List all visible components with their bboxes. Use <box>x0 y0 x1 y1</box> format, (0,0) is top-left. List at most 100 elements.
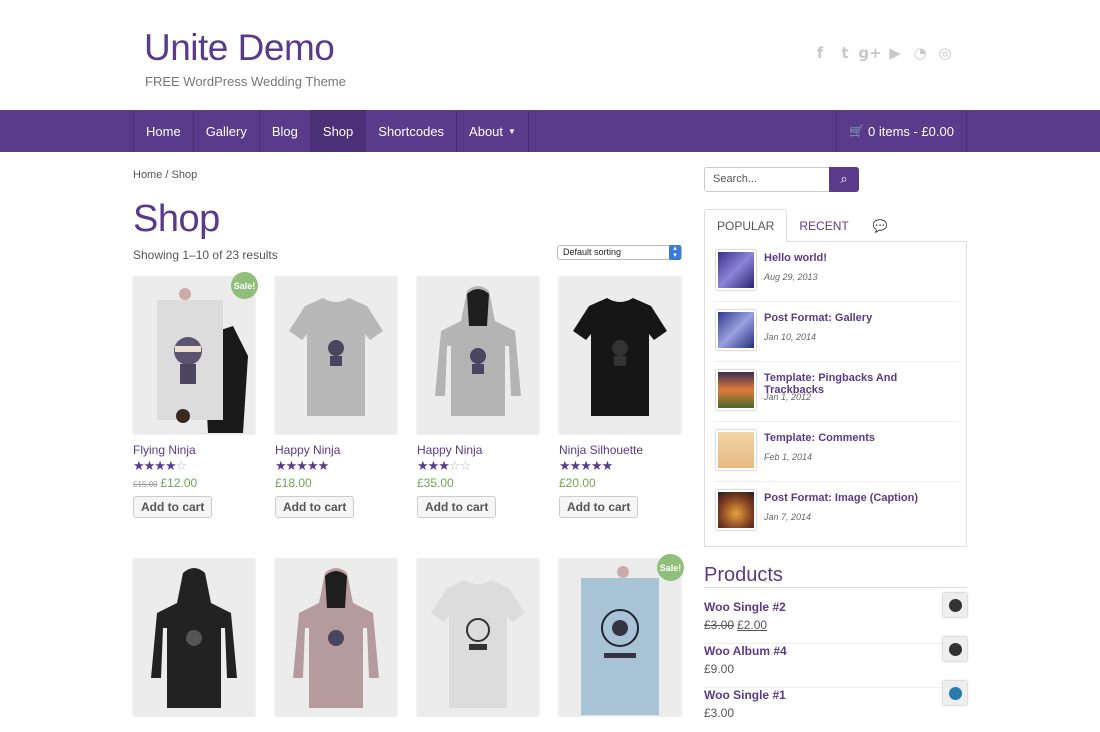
product-image[interactable] <box>417 558 539 715</box>
site-title[interactable]: Unite Demo <box>144 27 335 69</box>
cart-icon: 🛒 <box>849 124 864 138</box>
google-plus-icon[interactable]: g+ <box>858 44 881 62</box>
star-rating: ★★★★★ <box>559 459 613 474</box>
product-card: Ninja Silhouette ★★★★★ £20.00 Add to car… <box>559 276 681 518</box>
post-date: Feb 1, 2014 <box>764 452 813 462</box>
product-card: Sale! <box>559 554 684 715</box>
result-count: Showing 1–10 of 23 results <box>133 248 278 262</box>
youtube-icon[interactable]: ▶ <box>886 44 904 62</box>
main-navbar: Home Gallery Blog Shop Shortcodes About … <box>0 110 1100 152</box>
post-title[interactable]: Template: Comments <box>764 432 875 444</box>
post-item[interactable]: Post Format: Gallery Jan 10, 2014 <box>714 302 959 362</box>
widget-product-item[interactable]: Woo Album #4 £9.00 <box>704 637 967 688</box>
add-to-cart-button[interactable]: Add to cart <box>133 496 213 518</box>
product-price: £18.00 <box>275 476 312 490</box>
nav-item-blog[interactable]: Blog <box>260 110 311 152</box>
nav-item-home[interactable]: Home <box>133 110 194 152</box>
post-date: Jan 7, 2014 <box>764 512 812 522</box>
star-rating: ★★★☆☆ <box>417 459 471 474</box>
tab-popular[interactable]: POPULAR <box>704 209 788 242</box>
select-arrows-icon: ▴ ▾ <box>669 245 681 260</box>
widget-product-item[interactable]: Woo Single #2 £3.00 £2.00 <box>704 593 967 644</box>
search-button[interactable]: ⌕ <box>829 167 859 192</box>
widget-product-price: £3.00 <box>704 706 735 720</box>
dribbble-icon[interactable]: ◎ <box>936 44 954 62</box>
widget-tabs: POPULAR RECENT 💬 <box>704 209 900 242</box>
product-card <box>417 558 539 715</box>
post-thumbnail[interactable] <box>716 310 756 350</box>
sorting-select[interactable]: Default sorting ▴ ▾ <box>557 245 682 260</box>
post-item[interactable]: Template: Pingbacks And Trackbacks Jan 1… <box>714 362 959 422</box>
add-to-cart-button[interactable]: Add to cart <box>559 496 639 518</box>
product-name[interactable]: Ninja Silhouette <box>559 443 681 457</box>
post-date: Jan 1, 2012 <box>764 392 812 402</box>
product-name[interactable]: Happy Ninja <box>417 443 539 457</box>
product-price: £35.00 <box>417 476 454 490</box>
post-title[interactable]: Hello world! <box>764 252 827 264</box>
products-widget-title: Products <box>704 564 783 586</box>
product-image[interactable] <box>275 558 397 715</box>
nav-item-about-label: About <box>469 123 504 139</box>
product-image[interactable] <box>417 276 539 433</box>
widget-product-name[interactable]: Woo Single #2 <box>704 600 967 614</box>
old-price: £15.00 <box>133 480 158 489</box>
widget-product-name[interactable]: Woo Single #1 <box>704 688 967 702</box>
nav-cart[interactable]: 🛒 0 items - £0.00 <box>836 110 967 152</box>
post-item[interactable]: Post Format: Image (Caption) Jan 7, 2014 <box>714 482 959 542</box>
product-image[interactable] <box>133 276 255 433</box>
post-item[interactable]: Hello world! Aug 29, 2013 <box>714 242 959 302</box>
product-image[interactable] <box>559 558 681 715</box>
social-links: f t g+ ▶ ◔ ◎ <box>811 44 954 62</box>
facebook-icon[interactable]: f <box>811 44 829 62</box>
post-item[interactable]: Template: Comments Feb 1, 2014 <box>714 422 959 482</box>
widget-product-thumbnail[interactable] <box>943 637 967 661</box>
tab-panel-popular: Hello world! Aug 29, 2013 Post Format: G… <box>704 241 967 547</box>
old-price: £3.00 <box>704 618 735 632</box>
sale-badge: Sale! <box>231 272 258 299</box>
post-date: Jan 10, 2014 <box>764 332 817 342</box>
product-name[interactable]: Flying Ninja <box>133 443 255 457</box>
site-description: FREE WordPress Wedding Theme <box>145 74 346 89</box>
tab-recent[interactable]: RECENT <box>787 209 860 242</box>
search-input[interactable]: Search... <box>704 167 830 192</box>
nav-item-about[interactable]: About ▼ <box>457 110 529 152</box>
current-price: £12.00 <box>160 476 198 490</box>
post-thumbnail[interactable] <box>716 490 756 530</box>
post-thumbnail[interactable] <box>716 370 756 410</box>
caret-down-icon: ▼ <box>508 126 516 136</box>
sorting-selected: Default sorting <box>563 247 622 257</box>
rss-icon[interactable]: ◔ <box>911 44 929 62</box>
product-card <box>133 558 255 715</box>
widget-product-item[interactable]: Woo Single #1 £3.00 <box>704 681 967 732</box>
post-thumbnail[interactable] <box>716 430 756 470</box>
post-thumbnail[interactable] <box>716 250 756 290</box>
divider <box>704 587 967 588</box>
add-to-cart-button[interactable]: Add to cart <box>417 496 497 518</box>
nav-item-gallery[interactable]: Gallery <box>194 110 260 152</box>
product-image[interactable] <box>275 276 397 433</box>
nav-item-shortcodes[interactable]: Shortcodes <box>366 110 458 152</box>
product-card: Happy Ninja ★★★☆☆ £35.00 Add to cart <box>417 276 539 518</box>
widget-product-thumbnail[interactable] <box>943 681 967 705</box>
post-title[interactable]: Post Format: Image (Caption) <box>764 492 918 504</box>
product-image[interactable] <box>559 276 681 433</box>
nav-item-shop[interactable]: Shop <box>310 110 367 152</box>
widget-product-price: £9.00 <box>704 662 735 676</box>
widget-product-name[interactable]: Woo Album #4 <box>704 644 967 658</box>
add-to-cart-button[interactable]: Add to cart <box>275 496 355 518</box>
widget-product-thumbnail[interactable] <box>943 593 967 617</box>
breadcrumb[interactable]: Home / Shop <box>133 169 197 181</box>
star-rating: ★★★★★ <box>275 459 329 474</box>
post-title[interactable]: Post Format: Gallery <box>764 312 872 324</box>
tab-comments[interactable]: 💬 <box>861 209 900 242</box>
cart-summary: 0 items - £0.00 <box>868 123 954 139</box>
site-header: Unite Demo FREE WordPress Wedding Theme … <box>0 0 1100 110</box>
star-rating: ★★★★☆ <box>133 459 187 474</box>
twitter-icon[interactable]: t <box>836 44 854 62</box>
post-date: Aug 29, 2013 <box>764 272 818 282</box>
product-price: £20.00 <box>559 476 596 490</box>
product-image[interactable] <box>133 558 255 715</box>
product-card: Happy Ninja ★★★★★ £18.00 Add to cart <box>275 276 397 518</box>
search-icon: ⌕ <box>840 172 848 187</box>
product-name[interactable]: Happy Ninja <box>275 443 397 457</box>
